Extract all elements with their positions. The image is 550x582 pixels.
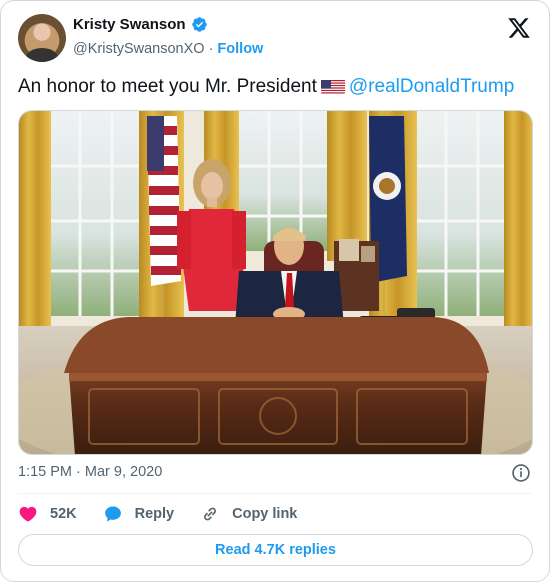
mention-link[interactable]: @realDonaldTrump (349, 76, 514, 97)
author-handle[interactable]: @KristySwansonXO (73, 41, 205, 57)
author-handle-row: @KristySwansonXO · Follow (73, 41, 263, 57)
copy-link-button[interactable]: Copy link (200, 504, 297, 524)
reply-button[interactable]: Reply (103, 504, 175, 524)
like-button[interactable]: 52K (18, 504, 77, 524)
like-count: 52K (50, 506, 77, 522)
info-icon[interactable] (511, 463, 531, 483)
author-name[interactable]: Kristy Swanson (73, 16, 186, 33)
tweet-photo[interactable] (18, 110, 533, 455)
separator-dot: · (208, 41, 214, 57)
author-avatar[interactable] (18, 14, 66, 62)
tweet-text-body: An honor to meet you Mr. President (18, 76, 317, 97)
x-logo-icon[interactable] (507, 16, 531, 40)
tweet-timestamp[interactable]: 1:15 PM · Mar 9, 2020 (18, 464, 162, 480)
tweet-text: An honor to meet you Mr. President @real… (18, 74, 514, 100)
tweet-actions: 52K Reply Copy link (18, 504, 323, 524)
heart-icon (19, 506, 37, 522)
us-flag-icon (320, 78, 345, 94)
copy-link-label: Copy link (232, 506, 298, 522)
follow-button[interactable]: Follow (217, 41, 263, 57)
reply-label: Reply (134, 506, 175, 522)
author-name-row: Kristy Swanson (73, 16, 208, 33)
divider (18, 493, 532, 494)
link-icon (204, 507, 217, 521)
verified-badge-icon (191, 17, 207, 32)
reply-bubble-icon (104, 506, 121, 522)
tweet-card: Kristy Swanson @KristySwansonXO · Follow… (0, 0, 550, 582)
read-replies-button[interactable]: Read 4.7K replies (18, 534, 533, 566)
